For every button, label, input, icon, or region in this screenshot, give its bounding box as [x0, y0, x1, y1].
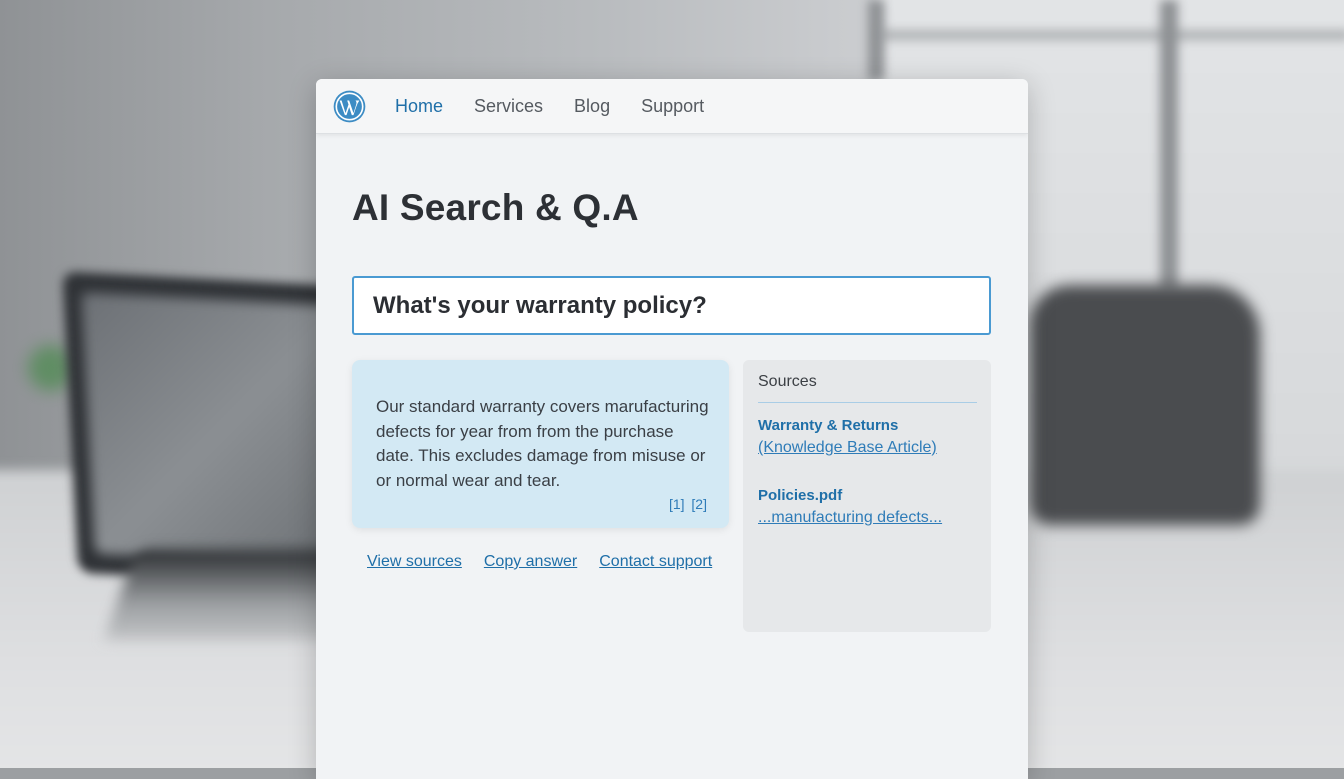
- wordpress-logo-icon[interactable]: [333, 90, 366, 123]
- source-item[interactable]: Policies.pdf ...manufacturing defects...: [758, 485, 977, 529]
- source-title[interactable]: Policies.pdf: [758, 485, 977, 507]
- search-input[interactable]: [371, 290, 975, 321]
- background-window-frame: [868, 0, 884, 80]
- contact-support-link[interactable]: Contact support: [599, 553, 712, 571]
- answer-text: Our standard warranty covers marufacturi…: [376, 397, 709, 490]
- citation-link-1[interactable]: [1]: [669, 496, 685, 512]
- source-subtitle-link[interactable]: (Knowledge Base Article): [758, 437, 977, 459]
- top-navbar: Home Services Blog Support: [316, 79, 1028, 134]
- answer-card: Our standard warranty covers marufacturi…: [352, 360, 729, 528]
- background-chair: [1030, 285, 1260, 525]
- source-title[interactable]: Warranty & Returns: [758, 415, 977, 437]
- sources-title: Sources: [758, 373, 977, 403]
- search-box[interactable]: [352, 276, 991, 335]
- nav-item-support[interactable]: Support: [641, 96, 704, 117]
- page-title: AI Search & Q.A: [352, 187, 639, 228]
- background-window-frame: [1160, 0, 1178, 290]
- app-window: Home Services Blog Support AI Search & Q…: [316, 79, 1028, 779]
- sources-panel: Sources Warranty & Returns (Knowledge Ba…: [743, 360, 991, 632]
- background-window-frame: [880, 30, 1344, 40]
- citation-link-2[interactable]: [2]: [691, 496, 707, 512]
- copy-answer-link[interactable]: Copy answer: [484, 553, 577, 571]
- nav-item-services[interactable]: Services: [474, 96, 543, 117]
- nav-item-home[interactable]: Home: [395, 96, 443, 117]
- answer-actions: View sources Copy answer Contact support: [367, 553, 712, 571]
- citation-list: [1] [2]: [666, 496, 707, 512]
- nav-item-blog[interactable]: Blog: [574, 96, 610, 117]
- view-sources-link[interactable]: View sources: [367, 553, 462, 571]
- source-item[interactable]: Warranty & Returns (Knowledge Base Artic…: [758, 415, 977, 459]
- source-snippet-link[interactable]: ...manufacturing defects...: [758, 507, 977, 529]
